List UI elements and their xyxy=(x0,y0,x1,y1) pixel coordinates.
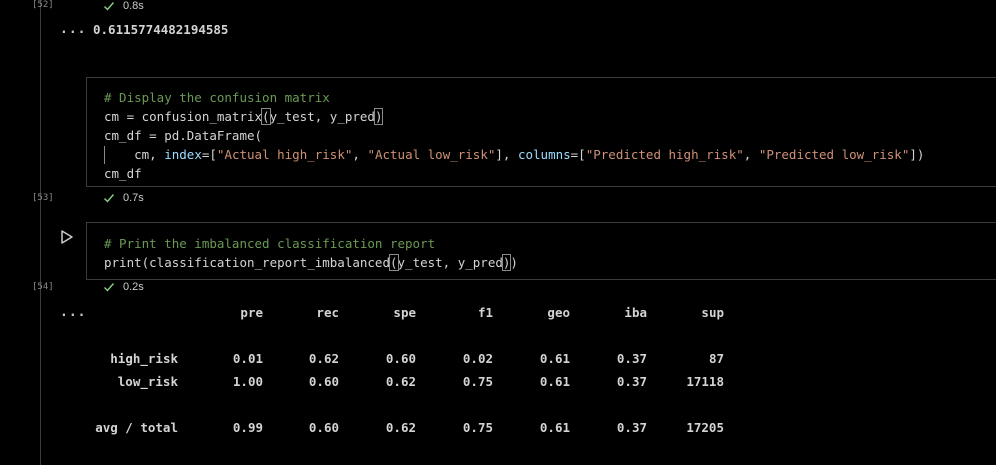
execution-count-52: [52] xyxy=(32,0,54,10)
cell-53-status: 0.7s xyxy=(103,190,144,206)
execution-count-53: [53] xyxy=(32,193,54,203)
table-cell: 0.61 xyxy=(539,420,570,435)
code-string: "Predicted high_risk" xyxy=(585,147,744,162)
row-label-low-risk: low_risk xyxy=(117,374,178,389)
header-geo: geo xyxy=(547,305,570,320)
table-cell: 0.02 xyxy=(462,351,493,366)
header-spe: spe xyxy=(393,305,416,320)
code-bracket-open: ( xyxy=(389,254,399,271)
code-param-index: index xyxy=(164,147,202,162)
table-cell: 0.99 xyxy=(232,420,263,435)
success-check-icon xyxy=(104,194,115,203)
table-cell: 87 xyxy=(708,351,724,366)
run-play-icon[interactable] xyxy=(60,229,74,245)
table-cell: 1.00 xyxy=(232,374,263,389)
header-sup: sup xyxy=(701,305,724,320)
cell-54-status: 0.2s xyxy=(103,279,144,295)
success-check-icon xyxy=(104,283,115,292)
header-pre: pre xyxy=(240,305,263,320)
table-cell: 17118 xyxy=(686,374,724,389)
code-line-2a: cm = confusion_matrix xyxy=(104,109,263,124)
cell-53-code[interactable]: # Display the confusion matrix cm = conf… xyxy=(104,88,924,183)
row-label-avg-total: avg / total xyxy=(95,420,178,435)
code-line-2c: y_test, y_pred xyxy=(269,109,375,124)
code-param-columns: columns xyxy=(517,147,571,162)
success-check-icon xyxy=(104,2,115,11)
code-line-2c: y_test, y_pred xyxy=(397,255,503,270)
table-cell: 0.62 xyxy=(385,420,416,435)
code-token: =[ xyxy=(570,147,586,162)
table-cell: 0.62 xyxy=(308,351,339,366)
header-iba: iba xyxy=(624,305,647,320)
code-line-3: cm_df = pd.DataFrame( xyxy=(104,128,263,143)
table-cell: 0.61 xyxy=(539,351,570,366)
header-rec: rec xyxy=(316,305,339,320)
code-bracket-open: ( xyxy=(261,108,271,125)
code-line-5: cm_df xyxy=(104,166,142,181)
output-52-value: 0.6115774482194585 xyxy=(93,22,229,37)
cell-52-status: 0.8s xyxy=(103,0,144,14)
execution-count-54: [54] xyxy=(32,282,54,292)
output-52-ellipsis[interactable]: ... xyxy=(60,22,86,37)
indent-guide xyxy=(104,146,105,164)
code-string: "Actual low_risk" xyxy=(367,147,496,162)
output-54-ellipsis[interactable]: ... xyxy=(60,305,86,320)
table-cell: 0.75 xyxy=(462,374,493,389)
cell-54-code[interactable]: # Print the imbalanced classification re… xyxy=(104,234,518,272)
table-cell: 0.01 xyxy=(232,351,263,366)
table-cell: 0.60 xyxy=(308,374,339,389)
header-f1: f1 xyxy=(477,305,493,320)
table-cell: 0.37 xyxy=(616,374,647,389)
code-token: , xyxy=(352,147,368,162)
table-cell: 0.61 xyxy=(539,374,570,389)
code-comment: # Print the imbalanced classification re… xyxy=(104,236,436,251)
code-bracket-close: ) xyxy=(373,108,384,125)
cell-54-exec-time: 0.2s xyxy=(123,281,144,293)
table-cell: 0.75 xyxy=(462,420,493,435)
code-token: =[ xyxy=(201,147,217,162)
cell-52-exec-time: 0.8s xyxy=(123,0,144,12)
code-line-2a: print(classification_report_imbalanced xyxy=(104,255,390,270)
code-string: "Actual high_risk" xyxy=(216,147,353,162)
code-string: "Predicted low_risk" xyxy=(758,147,910,162)
cell-gutter-line xyxy=(40,0,41,465)
code-token: ]) xyxy=(909,147,925,162)
table-cell: 0.60 xyxy=(308,420,339,435)
code-comment: # Display the confusion matrix xyxy=(104,90,330,105)
row-label-high-risk: high_risk xyxy=(110,351,178,366)
code-token: ], xyxy=(495,147,518,162)
table-cell: 0.37 xyxy=(616,351,647,366)
cell-53-exec-time: 0.7s xyxy=(123,192,144,204)
code-line-4a: cm, xyxy=(104,147,165,162)
code-token: , xyxy=(743,147,759,162)
code-line-2e: ) xyxy=(510,255,518,270)
table-cell: 17205 xyxy=(686,420,724,435)
table-cell: 0.60 xyxy=(385,351,416,366)
table-cell: 0.37 xyxy=(616,420,647,435)
table-cell: 0.62 xyxy=(385,374,416,389)
